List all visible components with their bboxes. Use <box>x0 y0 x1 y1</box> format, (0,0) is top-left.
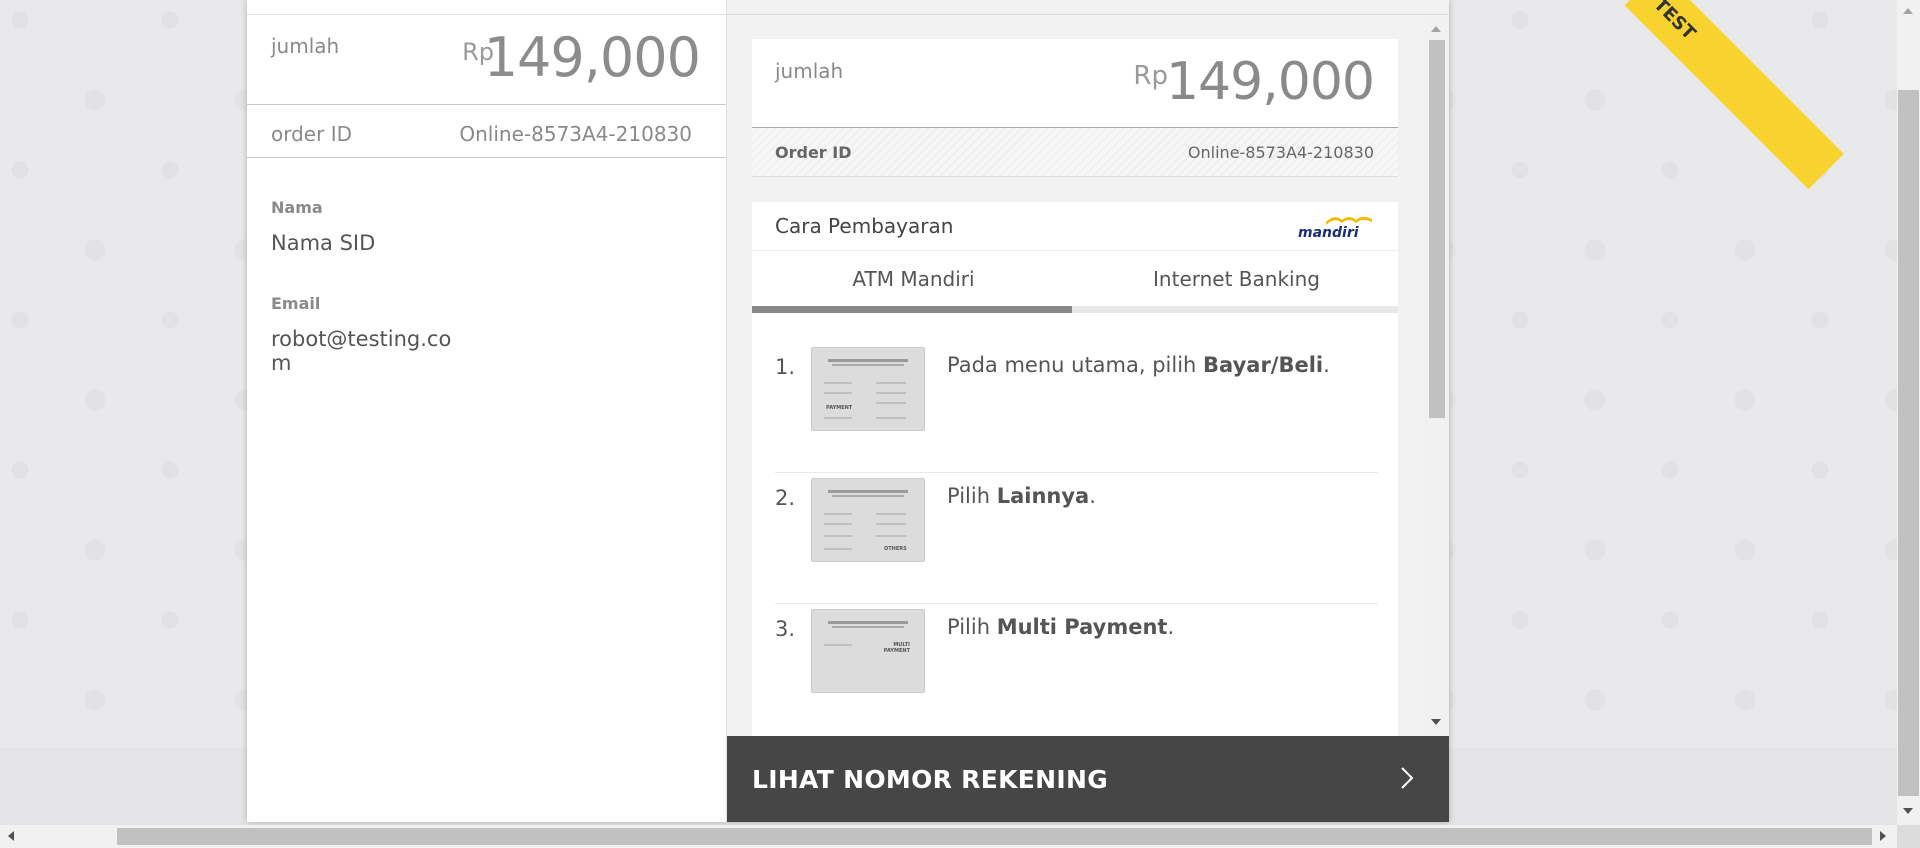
order-id-card: Order ID Online-8573A4-210830 <box>752 128 1398 177</box>
step-text-part: . <box>1323 353 1330 377</box>
payment-instructions-panel: jumlah Rp 149,000 Order ID Online-8573A4… <box>727 0 1449 822</box>
order-id-value: Online-8573A4-210830 <box>1187 143 1374 162</box>
step-text-bold: Multi Payment <box>996 615 1168 639</box>
divider <box>775 603 1378 604</box>
step-text-part: . <box>1089 484 1096 508</box>
payment-method-title: Cara Pembayaran <box>775 214 954 238</box>
page-vertical-scrollbar[interactable] <box>1897 0 1920 825</box>
atm-screen-thumbnail: PAYMENT <box>811 347 925 431</box>
thumbnail-tag: OTHERS <box>884 546 907 552</box>
page-horizontal-scrollbar[interactable] <box>0 825 1897 848</box>
svg-text:mandiri: mandiri <box>1298 225 1359 240</box>
thumbnail-tag: MULTI PAYMENT <box>883 642 910 654</box>
instruction-step: 1. PAYMENT Pada menu utama, pilih Bayar/… <box>775 347 1375 477</box>
tab-active-indicator <box>752 306 1072 313</box>
view-account-number-button[interactable]: LIHAT NOMOR REKENING <box>727 736 1449 822</box>
scrollbar-corner <box>1897 825 1920 848</box>
step-text-part: . <box>1167 615 1175 639</box>
step-text-bold: Bayar/Beli <box>1203 353 1324 377</box>
payment-method-card: Cara Pembayaran mandiri ATM Mandiri Inte… <box>752 202 1398 736</box>
amount-label: jumlah <box>775 59 844 83</box>
divider <box>247 14 726 15</box>
divider <box>247 157 726 158</box>
step-text: Pada menu utama, pilih Bayar/Beli. <box>947 353 1330 377</box>
scrollbar-thumb[interactable] <box>1429 40 1445 418</box>
step-number: 3. <box>775 617 796 641</box>
step-number: 2. <box>775 486 796 510</box>
order-summary-panel: jumlah Rp 149,000 order ID Online-8573A4… <box>247 0 727 822</box>
divider <box>775 472 1378 473</box>
scroll-up-arrow-icon[interactable] <box>1431 26 1441 32</box>
scroll-up-arrow-icon[interactable] <box>1903 8 1913 14</box>
mandiri-logo: mandiri <box>1298 216 1372 240</box>
order-id-value: Online-8573A4-210830 <box>459 122 692 146</box>
atm-screen-thumbnail: MULTI PAYMENT <box>811 609 925 693</box>
divider <box>752 250 1398 251</box>
step-text-part: Pilih <box>947 615 997 639</box>
step-text-bold: Lainnya <box>996 484 1090 508</box>
tab-indicator-track <box>752 306 1398 313</box>
email-label: Email <box>271 294 321 313</box>
step-text-part: Pada menu utama, pilih <box>947 353 1204 377</box>
instructions-scroll-area[interactable]: jumlah Rp 149,000 Order ID Online-8573A4… <box>727 16 1449 736</box>
amount-value: 149,000 <box>483 26 701 89</box>
amount-label: jumlah <box>271 34 340 58</box>
step-text: Pilih Lainnya. <box>947 484 1096 508</box>
thumbnail-tag: PAYMENT <box>826 405 853 411</box>
scroll-down-arrow-icon[interactable] <box>1903 808 1913 814</box>
name-value: Nama SID <box>271 231 376 255</box>
divider <box>727 14 1449 15</box>
scrollbar-thumb[interactable] <box>1898 90 1919 796</box>
divider <box>247 104 726 105</box>
email-value: robot@testing.com <box>271 327 452 375</box>
order-id-label: Order ID <box>775 143 852 162</box>
order-id-label: order ID <box>271 122 352 146</box>
step-text: Pilih Multi Payment. <box>947 615 1174 639</box>
instruction-step: 2. OTHERS Pilih Lainnya. <box>775 478 1375 608</box>
name-label: Nama <box>271 198 323 217</box>
atm-screen-thumbnail: OTHERS <box>811 478 925 562</box>
view-account-number-label: LIHAT NOMOR REKENING <box>752 765 1109 794</box>
scrollbar-thumb[interactable] <box>117 828 1872 845</box>
amount-card: jumlah Rp 149,000 <box>752 39 1398 128</box>
step-number: 1. <box>775 355 796 379</box>
payment-modal: jumlah Rp 149,000 order ID Online-8573A4… <box>247 0 1449 822</box>
currency-label: Rp <box>1133 61 1168 91</box>
scroll-down-arrow-icon[interactable] <box>1431 719 1441 725</box>
chevron-right-icon <box>1401 767 1414 789</box>
scroll-left-arrow-icon[interactable] <box>8 831 14 841</box>
instructions-scrollbar[interactable] <box>1424 16 1449 736</box>
step-text-part: Pilih <box>947 484 997 508</box>
amount-value: 149,000 <box>1165 52 1375 112</box>
test-ribbon-label: TEST <box>1649 0 1700 45</box>
instruction-step: 3. MULTI PAYMENT Pilih Multi Payment. <box>775 609 1375 736</box>
scroll-right-arrow-icon[interactable] <box>1880 831 1886 841</box>
